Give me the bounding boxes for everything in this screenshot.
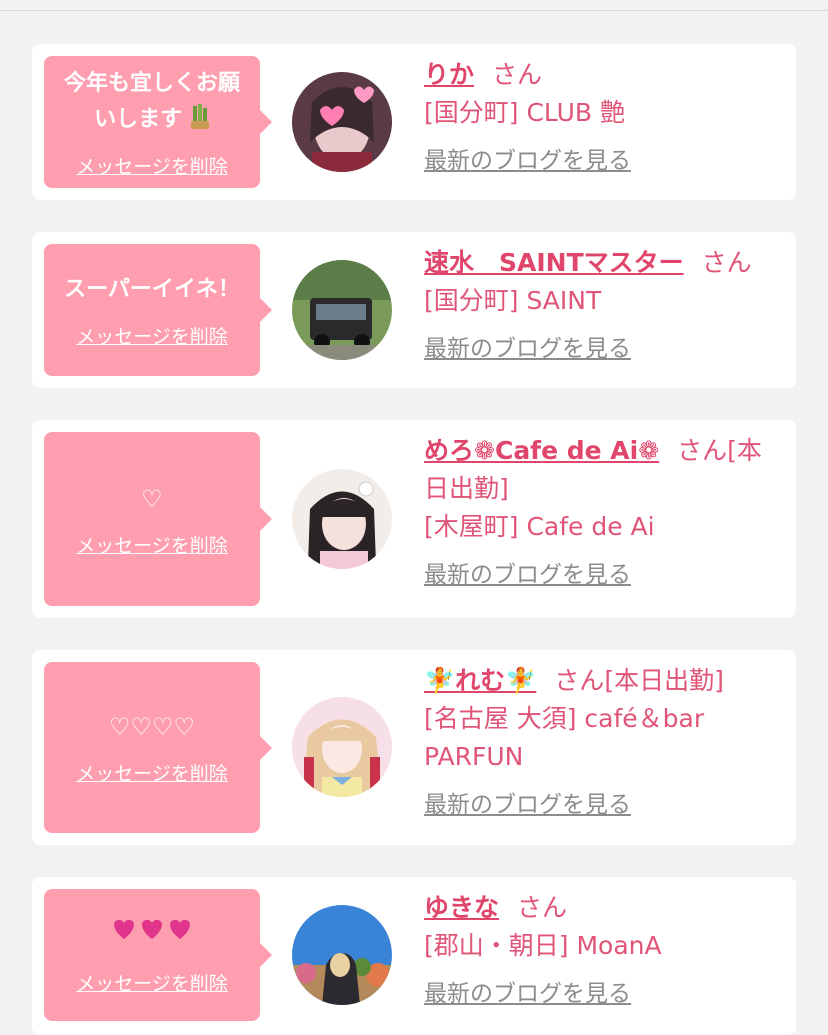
avatar[interactable] (292, 72, 392, 172)
avatar[interactable] (292, 905, 392, 1005)
cast-name-link[interactable]: めろ❁Cafe de Ai❁ (424, 436, 659, 465)
message-text: ♡ (141, 484, 163, 513)
avatar[interactable] (292, 260, 392, 360)
flower-icon: ❁ (638, 436, 660, 465)
status-label: [本日出勤] (604, 666, 724, 695)
message-text: 今年も宜しくお願 いします (63, 70, 240, 132)
avatar[interactable] (292, 469, 392, 569)
message-card: スーパーイイネ！ メッセージを削除 速水 SAINTマスター さん [国分町] S… (32, 232, 796, 388)
cast-name-link[interactable]: 🧚れむ🧚 (424, 666, 536, 695)
cast-name-link[interactable]: ゆきな (424, 893, 499, 922)
top-divider (0, 10, 828, 11)
latest-blog-link[interactable]: 最新のブログを見る (424, 786, 631, 824)
message-card: ♡♡♡♡ メッセージを削除 🧚れむ🧚 さん[本日出勤] [名古屋 大須] café… (32, 650, 796, 845)
message-text (102, 915, 202, 955)
shop-label: [木屋町] Cafe de Ai (424, 512, 655, 541)
delete-message-link[interactable]: メッセージを削除 (76, 759, 228, 786)
shop-label: [国分町] CLUB 艶 (424, 98, 625, 127)
delete-message-link[interactable]: メッセージを削除 (76, 322, 228, 349)
cast-name-link[interactable]: 速水 SAINTマスター (424, 248, 684, 277)
message-card: メッセージを削除 ゆきな さん [郡山・朝日] MoanA 最新のブログを見る (32, 877, 796, 1035)
kadomatsu-icon (190, 103, 210, 132)
shop-label: [郡山・朝日] MoanA (424, 931, 662, 960)
delete-message-link[interactable]: メッセージを削除 (76, 531, 228, 558)
cast-name-link[interactable]: りか (424, 60, 474, 89)
delete-message-link[interactable]: メッセージを削除 (76, 152, 228, 179)
message-bubble: ♡♡♡♡ メッセージを削除 (44, 662, 272, 833)
shop-label: [名古屋 大須] café＆bar (424, 704, 705, 733)
shop-label: [国分町] SAINT (424, 286, 602, 315)
latest-blog-link[interactable]: 最新のブログを見る (424, 142, 631, 180)
delete-message-link[interactable]: メッセージを削除 (76, 969, 228, 996)
latest-blog-link[interactable]: 最新のブログを見る (424, 975, 631, 1013)
latest-blog-link[interactable]: 最新のブログを見る (424, 556, 631, 594)
message-card: ♡ メッセージを削除 めろ❁Cafe de Ai❁ さん[本日出勤] [木屋町] … (32, 420, 796, 618)
latest-blog-link[interactable]: 最新のブログを見る (424, 330, 631, 368)
message-text: ♡♡♡♡ (108, 713, 196, 741)
message-card: 今年も宜しくお願 いします メッセージを削除 りか さん [国分町] CLUB … (32, 44, 796, 200)
cast-info: 🧚れむ🧚 さん[本日出勤] [名古屋 大須] café＆bar PARFUN 最新… (424, 662, 784, 824)
avatar[interactable] (292, 697, 392, 797)
cast-info: ゆきな さん [郡山・朝日] MoanA 最新のブログを見る (424, 889, 784, 1013)
message-bubble: メッセージを削除 (44, 889, 272, 1021)
fairy-icon: 🧚 (424, 666, 456, 695)
shop-label: PARFUN (424, 742, 524, 771)
cast-info: りか さん [国分町] CLUB 艶 最新のブログを見る (424, 56, 784, 180)
cast-info: 速水 SAINTマスター さん [国分町] SAINT 最新のブログを見る (424, 244, 784, 368)
message-bubble: 今年も宜しくお願 いします メッセージを削除 (44, 56, 272, 188)
cast-info: めろ❁Cafe de Ai❁ さん[本日出勤] [木屋町] Cafe de Ai … (424, 432, 784, 594)
message-bubble: スーパーイイネ！ メッセージを削除 (44, 244, 272, 376)
message-text: スーパーイイネ！ (64, 276, 240, 302)
heart-icon (110, 919, 194, 949)
flower-icon: ❁ (474, 436, 495, 465)
fairy-icon: 🧚 (505, 666, 537, 695)
message-bubble: ♡ メッセージを削除 (44, 432, 272, 606)
